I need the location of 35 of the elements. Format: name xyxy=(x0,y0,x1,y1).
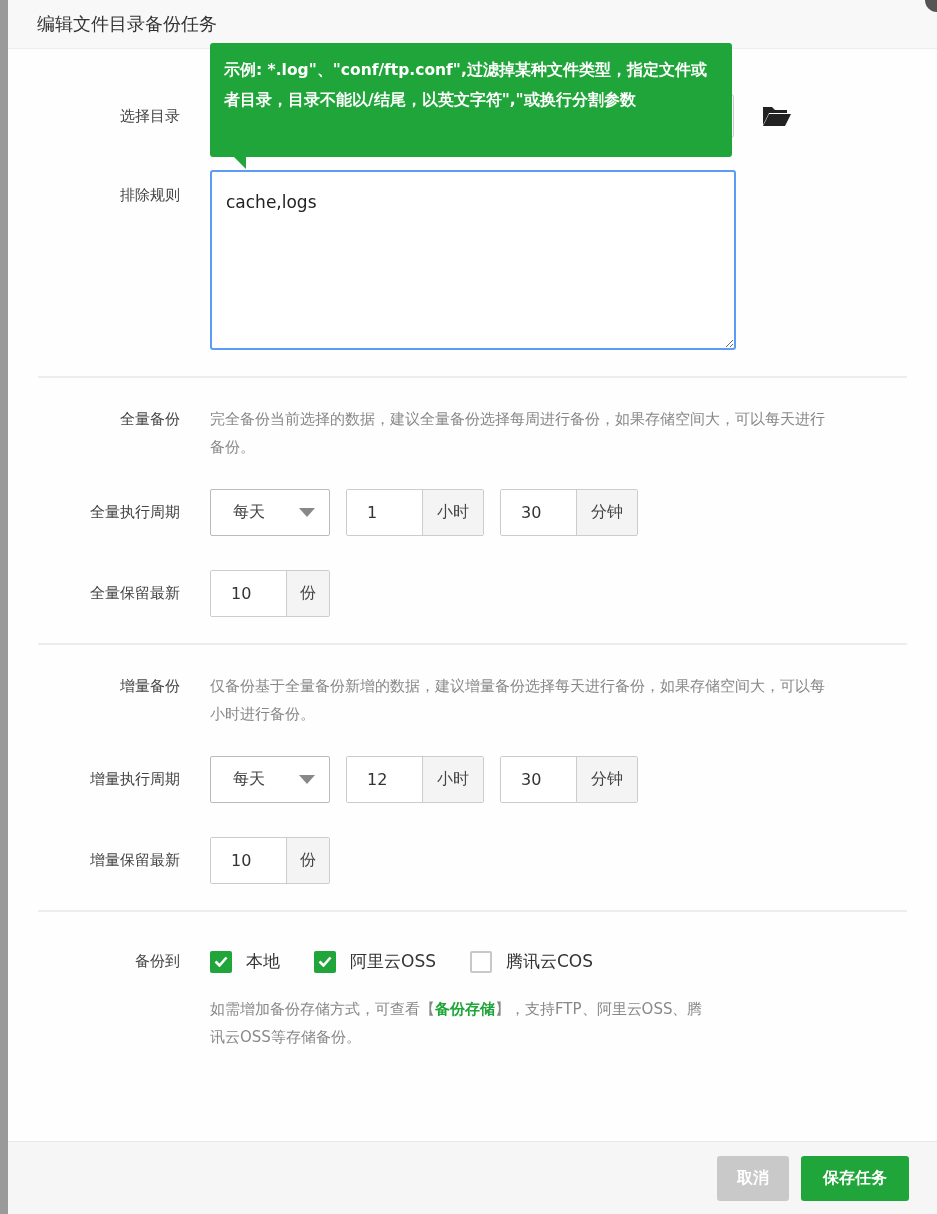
description-text: 完全备份当前选择的数据，建议全量备份选择每周进行备份，如果存储空间大，可以每天进行备份。 xyxy=(210,410,826,457)
hour-field[interactable]: 1 小时 xyxy=(346,489,484,536)
field-label: 全量保留最新 xyxy=(89,584,180,603)
option-label[interactable]: 本地 xyxy=(246,950,280,973)
check-icon xyxy=(318,956,332,967)
exclude-rules-field[interactable]: cache,logs xyxy=(210,170,736,350)
hour-field[interactable]: 12 小时 xyxy=(346,756,484,803)
caret-icon xyxy=(299,508,315,517)
checkbox[interactable] xyxy=(210,950,232,973)
help-text: 如需增加备份存储方式，可查看【备份存储】，支持FTP、阿里云OSS、腾讯云OSS等存储备份。 xyxy=(210,999,704,1048)
field-label: 选择目录 xyxy=(119,106,180,126)
caret-icon xyxy=(299,775,315,784)
minute-field[interactable]: 30 分钟 xyxy=(500,756,638,803)
tooltip: 示例: *.log"、"conf/ftp.conf",过滤掉某种文件类型，指定文件或者目录，目录不能以/结尾，以英文字符","或换行分割参数 xyxy=(210,43,732,157)
keep-count-field[interactable]: 10 份 xyxy=(210,837,330,884)
keep-count-field[interactable]: 10 份 xyxy=(210,570,330,617)
field-label: 增量备份 xyxy=(119,677,180,696)
check-icon xyxy=(214,956,228,967)
field-label: 增量执行周期 xyxy=(89,770,180,789)
field-label: 排除规则 xyxy=(119,185,180,205)
description-text: 仅备份基于全量备份新增的数据，建议增量备份选择每天进行备份，如果存储空间大，可以每小时进行备份。 xyxy=(210,677,826,724)
option-label[interactable]: 阿里云OSS xyxy=(350,950,436,973)
field-label: 增量保留最新 xyxy=(89,851,180,870)
minute-field[interactable]: 30 分钟 xyxy=(500,489,638,536)
period-select[interactable]: 每天 xyxy=(210,489,330,536)
checkbox[interactable] xyxy=(469,950,492,973)
field-label: 全量执行周期 xyxy=(89,503,180,522)
folder-icon[interactable] xyxy=(762,104,792,128)
field-label: 备份到 xyxy=(134,952,180,971)
option-label[interactable]: 腾讯云COS xyxy=(505,950,593,973)
dialog-title: 编辑文件目录备份任务 xyxy=(8,0,937,49)
tooltip-arrow xyxy=(234,157,246,169)
field-label: 全量备份 xyxy=(119,410,180,429)
period-select[interactable]: 每天 xyxy=(210,756,330,803)
checkbox[interactable] xyxy=(314,950,336,973)
